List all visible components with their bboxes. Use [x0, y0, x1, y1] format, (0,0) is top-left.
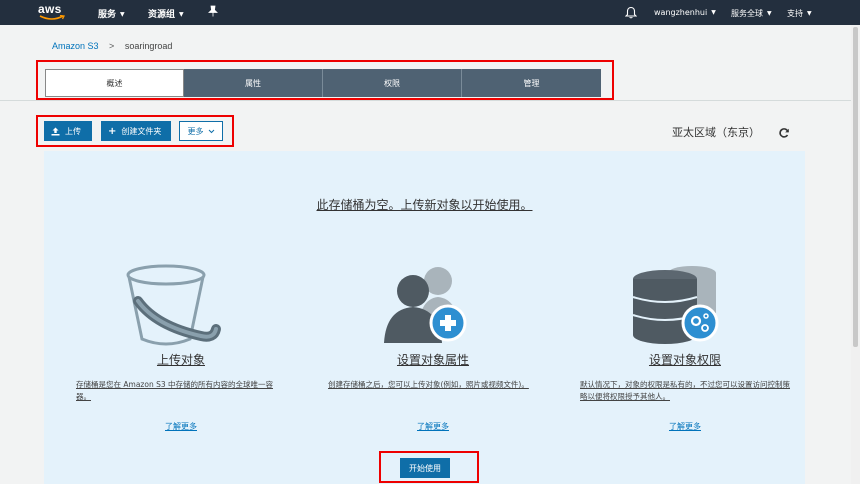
support-label: 支持 — [787, 9, 803, 18]
divider — [0, 100, 860, 101]
upload-label: 上传 — [65, 126, 81, 136]
logo-text: aws — [38, 2, 62, 16]
chevron-down-icon: ▼ — [807, 10, 812, 17]
pin-icon[interactable] — [208, 5, 218, 20]
column-description: 默认情况下，对象的权限是私有的，不过您可以设置访问控制策略以便将权限授予其他人。 — [580, 380, 790, 401]
upload-icon — [51, 127, 60, 135]
region-label: 亚太区域（东京） — [672, 126, 760, 139]
create-folder-label: 创建文件夹 — [121, 126, 162, 136]
chevron-down-icon: ▼ — [179, 11, 184, 18]
learn-more-link[interactable]: 了解更多 — [580, 421, 790, 432]
services-menu[interactable]: 服务 ▼ — [98, 7, 125, 20]
tab-overview[interactable]: 概述 — [45, 69, 184, 97]
get-started-button[interactable]: 开始使用 — [400, 458, 450, 478]
plus-icon: + — [108, 125, 117, 137]
breadcrumb: Amazon S3 > soaringroad — [52, 41, 172, 51]
bell-icon[interactable] — [624, 6, 638, 22]
chevron-down-icon — [208, 129, 214, 133]
column-description: 创建存储桶之后，您可以上传对象(例如，照片或视频文件)。 — [328, 380, 529, 389]
learn-more-link[interactable]: 了解更多 — [76, 421, 286, 432]
chevron-down-icon: ▼ — [711, 9, 716, 16]
region-menu-label: 服务全球 — [731, 9, 763, 18]
column-description: 存储桶是您在 Amazon S3 中存储的所有内容的全球唯一容器。 — [76, 380, 273, 401]
region-menu[interactable]: 服务全球 ▼ — [731, 8, 772, 19]
learn-more-link[interactable]: 了解更多 — [328, 421, 538, 432]
user-add-icon — [384, 267, 467, 343]
database-settings-icon — [632, 266, 719, 344]
user-menu[interactable]: wangzhenhui ▼ — [654, 8, 716, 17]
column-title: 设置对象属性 — [396, 353, 469, 367]
tab-management[interactable]: 管理 — [462, 69, 601, 97]
breadcrumb-root-link[interactable]: Amazon S3 — [52, 41, 99, 51]
support-menu[interactable]: 支持 ▼ — [787, 8, 812, 19]
empty-headline: 此存储桶为空。上传新对象以开始使用。 — [316, 198, 533, 212]
more-label: 更多 — [187, 126, 204, 136]
column-title: 设置对象权限 — [648, 353, 721, 367]
column-title: 上传对象 — [156, 353, 205, 367]
top-navigation: aws 服务 ▼ 资源组 ▼ wangzhenhui ▼ 服务全球 ▼ 支持 ▼ — [0, 0, 860, 25]
page-scrollbar[interactable] — [851, 25, 860, 484]
chevron-down-icon: ▼ — [120, 11, 125, 18]
refresh-icon[interactable] — [778, 124, 790, 143]
username: wangzhenhui — [654, 8, 708, 17]
resource-groups-label: 资源组 — [148, 10, 176, 20]
breadcrumb-separator: > — [109, 41, 115, 51]
create-folder-button[interactable]: + 创建文件夹 — [101, 121, 171, 141]
bucket-tabs: 概述 属性 权限 管理 — [45, 69, 601, 97]
chevron-down-icon: ▼ — [767, 10, 772, 17]
empty-bucket-panel: 此存储桶为空。上传新对象以开始使用。 上传对象 存储桶是您在 Amazon S3… — [44, 151, 805, 484]
breadcrumb-current: soaringroad — [124, 41, 173, 51]
resource-groups-menu[interactable]: 资源组 ▼ — [148, 7, 184, 20]
tab-properties[interactable]: 属性 — [184, 69, 323, 97]
more-dropdown[interactable]: 更多 — [179, 121, 223, 141]
scrollbar-thumb[interactable] — [853, 27, 858, 347]
aws-logo[interactable]: aws — [38, 2, 66, 22]
smile-arrow-icon — [39, 15, 65, 20]
services-label: 服务 — [98, 10, 117, 20]
bucket-icon — [126, 264, 221, 346]
upload-button[interactable]: 上传 — [44, 121, 92, 141]
tab-permissions[interactable]: 权限 — [323, 69, 462, 97]
